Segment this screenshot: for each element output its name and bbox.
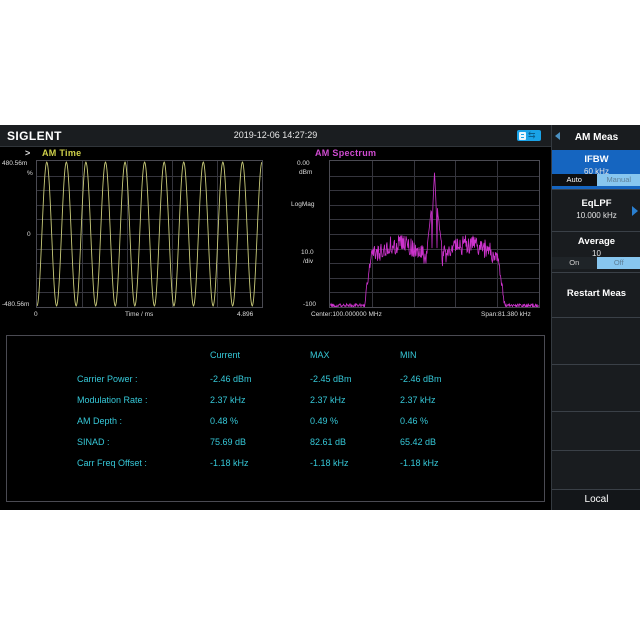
toggle-option-left[interactable]: Auto: [552, 174, 597, 186]
spec-center-label: Center:100.000000 MHz: [311, 311, 382, 318]
menu-item-content: Restart Meas: [552, 273, 640, 299]
time-x-start-label: 0: [34, 311, 38, 318]
menu-item-toggle[interactable]: AutoManual: [552, 174, 640, 186]
am-time-plot[interactable]: [36, 160, 263, 308]
back-arrow-icon[interactable]: [555, 132, 560, 140]
link-arrow-icon: ⇆: [528, 131, 536, 140]
measurement-results-table: Current MAX MIN Carrier Power : -2.46 dBm -2.…: [6, 335, 545, 502]
toggle-option-left[interactable]: On: [552, 257, 597, 269]
results-cell-max: 2.37 kHz: [310, 395, 346, 405]
am-time-title: AM Time: [42, 148, 81, 158]
menu-item-empty-1[interactable]: [552, 318, 640, 365]
results-cell-current: -2.46 dBm: [210, 374, 252, 384]
menu-item-empty-4[interactable]: [552, 451, 640, 490]
results-cell-current: 2.37 kHz: [210, 395, 246, 405]
usb-link-icon: ⇆: [517, 130, 541, 141]
menu-item-empty-3[interactable]: [552, 412, 640, 451]
results-cell-max: -1.18 kHz: [310, 458, 349, 468]
active-panel-marker: >: [25, 148, 30, 158]
menu-item-eqlpf[interactable]: EqLPF 10.000 kHz: [552, 190, 640, 232]
results-row-label: Carrier Power :: [77, 374, 138, 384]
local-button[interactable]: Local: [552, 489, 640, 510]
time-y-unit-label: %: [27, 170, 33, 177]
results-cell-current: 75.69 dB: [210, 437, 246, 447]
menu-item-empty-2[interactable]: [552, 365, 640, 412]
results-cell-max: 0.49 %: [310, 416, 338, 426]
results-column-header: MAX: [310, 350, 330, 360]
menu-item-label: Restart Meas: [552, 288, 640, 299]
time-x-axis-label: Time / ms: [125, 311, 153, 318]
menu-item-label: IFBW: [552, 154, 640, 165]
results-row-label: AM Depth :: [77, 416, 122, 426]
results-cell-min: 0.46 %: [400, 416, 428, 426]
results-cell-min: -2.46 dBm: [400, 374, 442, 384]
results-cell-min: -1.18 kHz: [400, 458, 439, 468]
menu-item-label: Average: [552, 236, 640, 247]
instrument-screen: SIGLENT 2019-12-06 14:27:29 ⇆ > AM Time …: [0, 125, 640, 510]
results-cell-max: 82.61 dB: [310, 437, 346, 447]
menu-item-ifbw[interactable]: IFBW60 kHzAutoManual: [552, 150, 640, 190]
time-y-min-label: -480.56m: [2, 301, 29, 308]
spec-scale-mode: LogMag: [291, 201, 315, 208]
results-row-label: Modulation Rate :: [77, 395, 148, 405]
submenu-arrow-icon[interactable]: [632, 206, 638, 216]
time-x-end-label: 4.896: [237, 311, 253, 318]
results-column-header: MIN: [400, 350, 417, 360]
time-y-max-label: 480.56m: [2, 160, 27, 167]
softkey-menu: AM Meas IFBW60 kHzAutoManual EqLPF 10.000 …: [551, 125, 640, 510]
time-y-zero-label: 0: [27, 231, 31, 238]
menu-item-content: IFBW60 kHz: [552, 150, 640, 176]
spec-div-value: 10.0: [301, 249, 314, 256]
spec-span-label: Span:81.380 kHz: [481, 311, 531, 318]
usb-icon-body: [519, 132, 526, 140]
menu-item-toggle[interactable]: OnOff: [552, 257, 640, 269]
results-cell-min: 65.42 dB: [400, 437, 436, 447]
results-row-label: SINAD :: [77, 437, 110, 447]
toggle-option-right[interactable]: Off: [597, 257, 640, 269]
menu-item-average[interactable]: Average10OnOff: [552, 232, 640, 273]
am-spectrum-trace: [330, 161, 539, 307]
spec-y-min-label: -100: [303, 301, 316, 308]
am-spectrum-title: AM Spectrum: [315, 148, 376, 158]
menu-item-restart-meas[interactable]: Restart Meas: [552, 273, 640, 318]
plot-area: > AM Time AM Spectrum 480.56m % 0 -480.5…: [0, 146, 551, 331]
menu-title: AM Meas: [575, 132, 618, 143]
datetime-label: 2019-12-06 14:27:29: [0, 130, 551, 140]
header-bar: SIGLENT 2019-12-06 14:27:29 ⇆: [0, 125, 551, 147]
menu-title-row: AM Meas: [552, 125, 640, 151]
spec-ref-unit: dBm: [299, 169, 312, 176]
am-time-trace: [37, 161, 262, 307]
menu-item-value: 10.000 kHz: [552, 211, 640, 220]
menu-item-content: Average10: [552, 232, 640, 258]
menu-item-content: EqLPF 10.000 kHz: [552, 190, 640, 220]
toggle-option-right[interactable]: Manual: [597, 174, 640, 186]
am-spectrum-plot[interactable]: [329, 160, 540, 308]
spec-div-unit: /div: [303, 258, 313, 265]
results-cell-current: -1.18 kHz: [210, 458, 249, 468]
results-cell-current: 0.48 %: [210, 416, 238, 426]
results-cell-min: 2.37 kHz: [400, 395, 436, 405]
results-cell-max: -2.45 dBm: [310, 374, 352, 384]
results-row-label: Carr Freq Offset :: [77, 458, 147, 468]
results-column-header: Current: [210, 350, 240, 360]
spec-ref-label: 0.00: [297, 160, 310, 167]
menu-item-label: EqLPF: [552, 198, 640, 209]
